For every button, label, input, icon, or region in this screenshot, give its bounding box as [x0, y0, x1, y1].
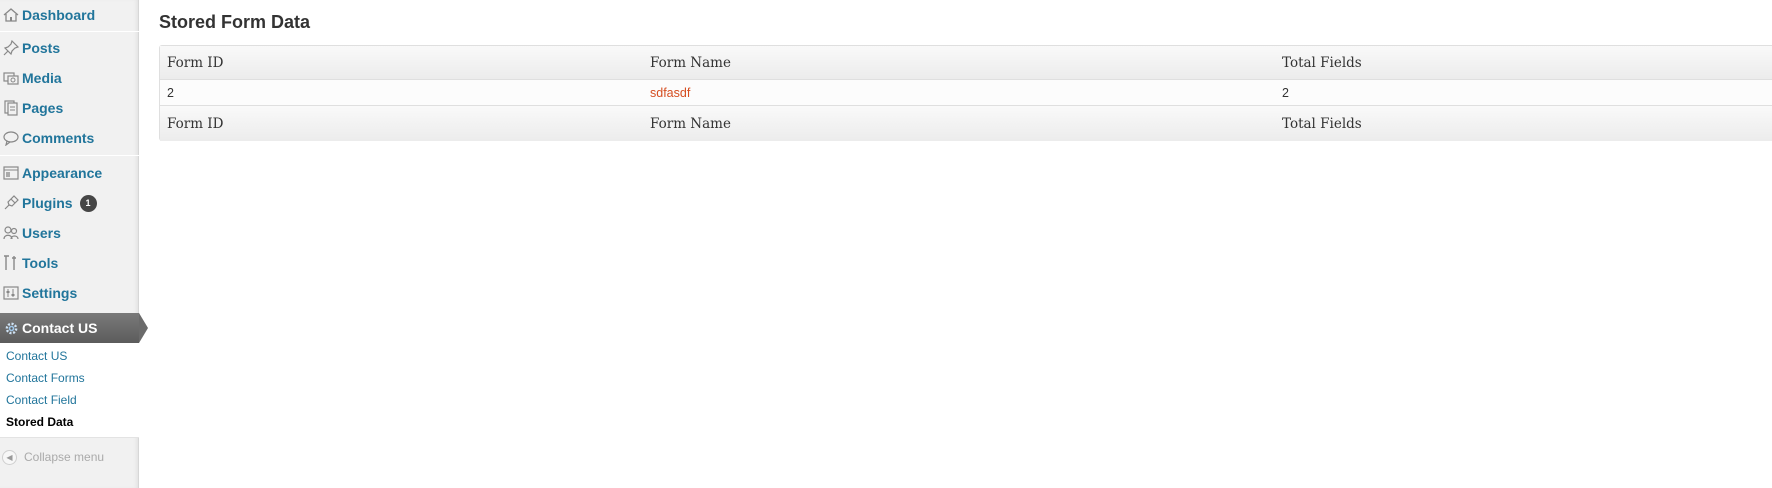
gear-icon: [0, 321, 22, 336]
sidebar-item-label: Settings: [22, 285, 78, 301]
sidebar-item-pages[interactable]: Pages: [0, 93, 139, 123]
sidebar-item-label: Users: [22, 225, 61, 241]
tools-icon: [0, 255, 22, 271]
sidebar-item-label: Tools: [22, 255, 59, 271]
update-count-badge: 1: [79, 194, 97, 212]
menu-separator: [0, 31, 139, 32]
sidebar-item-media[interactable]: Media: [0, 63, 139, 93]
table-header-row: Form ID Form Name Total Fields: [160, 46, 1772, 80]
page-title: Stored Form Data: [159, 12, 311, 32]
comment-icon: [0, 130, 22, 146]
main-content: Stored Form Data Form ID Form Name Total…: [140, 0, 1772, 488]
form-name-link[interactable]: sdfasdf: [650, 80, 690, 105]
sidebar-item-label: Appearance: [22, 165, 103, 181]
submenu-item-stored-data[interactable]: Stored Data: [6, 415, 73, 429]
sidebar-item-label: Posts: [22, 40, 61, 56]
sidebar-item-label: Comments: [22, 130, 95, 146]
submenu-item-contact-us[interactable]: Contact US: [6, 349, 67, 363]
sidebar-item-appearance[interactable]: Appearance: [0, 158, 139, 188]
sidebar-item-posts[interactable]: Posts: [0, 33, 139, 63]
sidebar-item-label: Plugins: [22, 195, 73, 211]
collapse-menu-button[interactable]: ◀ Collapse menu: [0, 446, 139, 468]
sidebar-item-label: Contact US: [22, 320, 98, 336]
dashboard-icon: [0, 7, 22, 23]
submenu-item-contact-forms[interactable]: Contact Forms: [6, 371, 85, 385]
sidebar-item-label: Pages: [22, 100, 64, 116]
sidebar-item-comments[interactable]: Comments: [0, 123, 139, 153]
column-header-form-id[interactable]: Form ID: [167, 46, 223, 79]
sidebar-item-settings[interactable]: Settings: [0, 278, 139, 308]
wp-admin-screen: Dashboard Posts Media Pages Comments App…: [0, 0, 1772, 488]
total-fields-cell: 2: [1282, 85, 1289, 100]
column-footer-form-id[interactable]: Form ID: [167, 107, 223, 141]
sidebar-item-label: Media: [22, 70, 62, 86]
media-icon: [0, 70, 22, 86]
sidebar-item-tools[interactable]: Tools: [0, 248, 139, 278]
table-row: 2 sdfasdf 2: [160, 80, 1772, 106]
column-footer-total-fields[interactable]: Total Fields: [1282, 107, 1362, 141]
sidebar-item-plugins[interactable]: Plugins 1: [0, 188, 139, 218]
pages-icon: [0, 100, 22, 116]
column-header-total-fields[interactable]: Total Fields: [1282, 46, 1362, 79]
users-icon: [0, 225, 22, 241]
menu-separator: [0, 155, 139, 156]
sidebar-item-users[interactable]: Users: [0, 218, 139, 248]
sidebar-item-contact-us-active[interactable]: Contact US: [0, 313, 139, 343]
contact-us-submenu: Contact US Contact Forms Contact Field S…: [0, 343, 139, 438]
collapse-arrow-icon: ◀: [2, 449, 17, 465]
appearance-icon: [0, 165, 22, 181]
column-header-form-name[interactable]: Form Name: [650, 46, 731, 79]
settings-icon: [0, 285, 22, 301]
collapse-menu-label: Collapse menu: [24, 450, 105, 464]
stored-data-table: Form ID Form Name Total Fields 2 sdfasdf…: [159, 45, 1772, 141]
sidebar-item-label: Dashboard: [22, 7, 96, 23]
submenu-item-contact-field[interactable]: Contact Field: [6, 393, 77, 407]
pushpin-icon: [0, 40, 22, 56]
column-footer-form-name[interactable]: Form Name: [650, 107, 731, 141]
plug-icon: [0, 195, 22, 211]
sidebar-item-dashboard[interactable]: Dashboard: [0, 0, 139, 30]
table-footer-row: Form ID Form Name Total Fields: [160, 107, 1772, 141]
admin-sidebar: Dashboard Posts Media Pages Comments App…: [0, 0, 148, 488]
form-id-cell: 2: [167, 85, 174, 100]
